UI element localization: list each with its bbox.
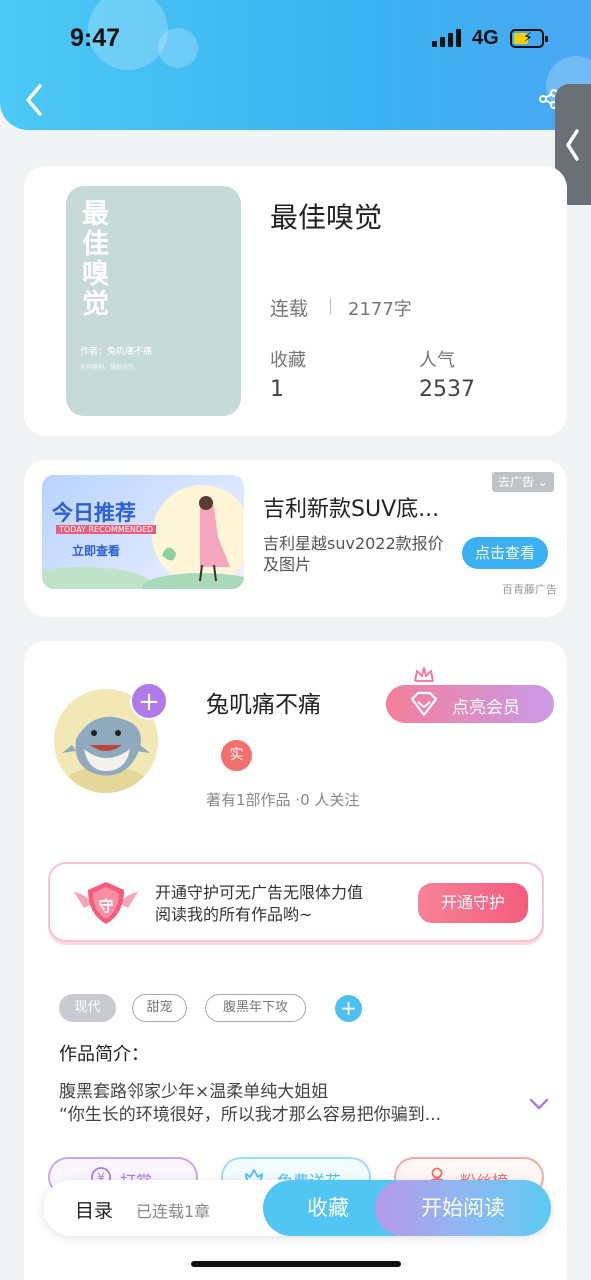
network-type: 4G xyxy=(472,27,499,49)
popularity-label: 人气 xyxy=(419,350,455,371)
ad-description: 吉利星越suv2022款报价及图片 xyxy=(263,534,444,574)
word-count: 2177字 xyxy=(348,299,412,320)
author-meta: 著有1部作品 ·0 人关注 xyxy=(206,791,360,809)
chevron-down-icon: ⌄ xyxy=(537,475,548,489)
expand-intro-button[interactable] xyxy=(528,1096,550,1116)
tag-chip[interactable]: 甜宠 xyxy=(132,994,187,1022)
ad-image-title: 今日推荐 xyxy=(52,501,136,525)
remove-ad-label: 去广告 xyxy=(498,475,535,489)
popularity-value: 2537 xyxy=(419,377,475,402)
signal-icon xyxy=(432,29,461,47)
author-name: 兔叽痛不痛 xyxy=(206,692,321,718)
vip-label: 点亮会员 xyxy=(452,698,520,718)
book-status: 连载 xyxy=(270,298,309,320)
ad-title: 吉利新款SUV底... xyxy=(263,497,440,522)
follow-button[interactable]: + xyxy=(130,682,168,720)
verified-badge: 实 xyxy=(221,740,252,771)
favorites-value: 1 xyxy=(270,377,284,402)
ad-image-button: 立即查看 xyxy=(72,544,121,558)
tag-chip[interactable]: 腹黑年下攻 xyxy=(205,994,306,1022)
battery-icon: ⚡ xyxy=(510,29,548,48)
guard-text-line1: 开通守护可无广告无限体力值 xyxy=(155,883,364,902)
shield-icon: 守 xyxy=(70,878,142,936)
home-indicator xyxy=(191,1261,401,1267)
back-button[interactable] xyxy=(20,80,50,120)
divider xyxy=(330,298,331,314)
guard-text: 开通守护可无广告无限体力值 阅读我的所有作品哟~ xyxy=(155,882,363,926)
ad-cta-button[interactable]: 点击查看 xyxy=(462,537,548,569)
intro-text-line2: “你生长的环境很好，所以我才那么容易把你骗到... xyxy=(59,1105,442,1125)
remove-ad-button[interactable]: 去广告 ⌄ xyxy=(492,472,554,492)
ad-card[interactable]: 今日推荐 TODAY RECOMMENDED 立即查看 吉利新款SUV底... … xyxy=(24,460,567,617)
chevron-left-icon xyxy=(566,128,579,161)
ad-source: 百青藤广告 xyxy=(502,583,557,596)
status-time: 9:47 xyxy=(70,24,121,52)
diamond-icon xyxy=(410,691,438,717)
cover-author: 作者：兔叽痛不痛 xyxy=(80,347,153,357)
book-title: 最佳嗅觉 xyxy=(270,201,383,234)
intro-text-line1: 腹黑套路邻家少年×温柔单纯大姐姐 xyxy=(59,1082,329,1102)
book-cover[interactable]: 最佳嗅觉 作者：兔叽痛不痛 支持原创，侵权必究 xyxy=(66,186,241,416)
header: 9:47 4G ⚡ xyxy=(0,0,591,130)
guard-icon-label: 守 xyxy=(98,897,113,915)
cover-copyright: 支持原创，侵权必究 xyxy=(80,364,135,371)
favorites-label: 收藏 xyxy=(270,350,306,371)
guard-text-line2: 阅读我的所有作品哟~ xyxy=(155,905,313,924)
start-reading-button[interactable]: 开始阅读 xyxy=(375,1180,551,1236)
tag-chip[interactable]: 现代 xyxy=(59,994,116,1022)
open-guard-button[interactable]: 开通守护 xyxy=(418,883,528,923)
decor-bubble xyxy=(158,28,198,68)
book-info-card: 最佳嗅觉 作者：兔叽痛不痛 支持原创，侵权必究 最佳嗅觉 连载 2177字 收藏… xyxy=(24,166,567,436)
ad-image[interactable]: 今日推荐 TODAY RECOMMENDED 立即查看 xyxy=(42,475,244,589)
chevron-left-icon xyxy=(26,84,42,116)
favorite-label: 收藏 xyxy=(307,1196,349,1220)
intro-label: 作品简介： xyxy=(59,1044,149,1065)
vip-button[interactable]: 点亮会员 xyxy=(386,685,554,723)
chevron-down-icon xyxy=(529,1098,549,1110)
chapter-count: 已连载1章 xyxy=(136,1202,211,1221)
ad-image-subtitle: TODAY RECOMMENDED xyxy=(56,525,157,534)
table-of-contents-button[interactable]: 目录 xyxy=(75,1196,113,1223)
bottom-action-bar: 目录 已连载1章 收藏 开始阅读 xyxy=(43,1180,551,1236)
cover-title: 最佳嗅觉 xyxy=(82,199,109,320)
add-tag-button[interactable]: + xyxy=(335,995,362,1022)
guard-banner[interactable]: 守 开通守护可无广告无限体力值 阅读我的所有作品哟~ 开通守护 xyxy=(48,862,544,942)
